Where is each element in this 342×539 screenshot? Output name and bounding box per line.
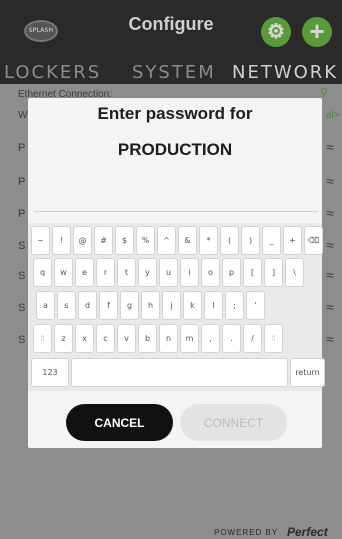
keyboard-key[interactable]: m <box>180 324 199 353</box>
brand-logo: Perfect <box>287 525 328 539</box>
keyboard-key[interactable]: g <box>120 291 139 320</box>
keyboard-key[interactable]: ) <box>241 226 260 255</box>
space-key[interactable] <box>71 358 288 387</box>
keyboard-row: a s d f g h j k l; ' <box>36 291 265 320</box>
keyboard-key[interactable]: ~ <box>31 226 50 255</box>
keyboard-key[interactable]: ! <box>52 226 71 255</box>
keyboard-key[interactable]: d <box>78 291 97 320</box>
keyboard-key[interactable]: p <box>222 258 241 287</box>
keyboard-key[interactable]: t <box>117 258 136 287</box>
keyboard-key[interactable]: n <box>159 324 178 353</box>
keyboard-key[interactable]: s <box>57 291 76 320</box>
connect-button[interactable]: CONNECT <box>180 404 287 441</box>
ethernet-icon: ⚲ <box>320 87 329 99</box>
keyboard-key[interactable]: . <box>222 324 241 353</box>
tab-lockers[interactable]: LOCKERS <box>4 62 101 83</box>
keyboard-key[interactable]: f <box>99 291 118 320</box>
network-row-label[interactable]: P <box>18 208 25 220</box>
keyboard-key[interactable]: j <box>162 291 181 320</box>
keyboard-key[interactable]: c <box>96 324 115 353</box>
keyboard-key[interactable]: u <box>159 258 178 287</box>
keyboard-key[interactable]: ' <box>246 291 265 320</box>
keyboard-key[interactable]: ; <box>225 291 244 320</box>
keyboard-key[interactable]: @ <box>73 226 92 255</box>
keyboard-row: ~! @ # $% ^ & *() _ + ⌫ <box>31 226 323 255</box>
keyboard-key[interactable]: [ <box>243 258 262 287</box>
keyboard-key[interactable]: a <box>36 291 55 320</box>
network-row-label[interactable]: S <box>18 240 25 252</box>
keyboard-key[interactable]: ⌫ <box>304 226 323 255</box>
keyboard-key[interactable]: x <box>75 324 94 353</box>
keyboard-key[interactable]: ^ <box>157 226 176 255</box>
onscreen-keyboard: ~! @ # $% ^ & *() _ + ⌫ q w e r t y u i o p[] \ a s d f g h j k l; '… <box>28 223 325 391</box>
network-name: PRODUCTION <box>117 140 233 159</box>
add-button[interactable]: + <box>302 17 332 47</box>
settings-button[interactable]: ⚙ <box>261 17 291 47</box>
keyboard-key[interactable]: # <box>94 226 113 255</box>
keyboard-key[interactable]: w <box>54 258 73 287</box>
keyboard-key[interactable]: $ <box>115 226 134 255</box>
wifi-icon: ≈ <box>326 173 334 189</box>
network-row-label[interactable]: P <box>18 176 25 188</box>
network-row-label[interactable]: S <box>18 302 25 314</box>
keyboard-key[interactable]: k <box>183 291 202 320</box>
keyboard-key[interactable]: , <box>201 324 220 353</box>
tab-system[interactable]: SYSTEM <box>132 62 216 83</box>
ethernet-link[interactable]: al> <box>326 110 340 121</box>
keyboard-key[interactable]: ( <box>220 226 239 255</box>
keyboard-key[interactable]: % <box>136 226 155 255</box>
keyboard-key[interactable]: z <box>54 324 73 353</box>
wifi-icon: ≈ <box>326 267 334 283</box>
password-dialog: Enter password for PRODUCTION ~! @ # $% ^ & *(… <box>28 98 325 448</box>
keyboard-key[interactable]: i <box>180 258 199 287</box>
dialog-prompt: Enter password for <box>97 104 253 123</box>
keyboard-key[interactable]: l <box>204 291 223 320</box>
keyboard-key[interactable]: / <box>243 324 262 353</box>
header-bar: SPLASH Configure ⚙ + <box>0 0 342 58</box>
keyboard-key[interactable]: h <box>141 291 160 320</box>
gear-icon: ⚙ <box>267 21 285 43</box>
keyboard-key[interactable]: b <box>138 324 157 353</box>
powered-by-label: POWERED BY <box>214 528 279 537</box>
keyboard-key[interactable]: r <box>96 258 115 287</box>
configure-screen: SPLASH Configure ⚙ + LOCKERS SYSTEM NETW… <box>0 0 342 539</box>
keyboard-key[interactable]: _ <box>262 226 281 255</box>
mode-key[interactable]: 123 <box>31 358 69 387</box>
tab-bar: LOCKERS SYSTEM NETWORK <box>0 58 342 84</box>
password-input[interactable] <box>34 174 318 212</box>
keyboard-key[interactable]: y <box>138 258 157 287</box>
keyboard-key[interactable]: o <box>201 258 220 287</box>
keyboard-key[interactable]: ⇧ <box>264 324 283 353</box>
plus-icon: + <box>309 16 325 46</box>
wifi-icon: ≈ <box>326 299 334 315</box>
tab-network[interactable]: NETWORK <box>232 62 338 83</box>
keyboard-key[interactable]: \ <box>285 258 304 287</box>
keyboard-key[interactable]: * <box>199 226 218 255</box>
return-key[interactable]: return <box>290 358 325 387</box>
keyboard-row: 123 return <box>31 358 325 387</box>
ethernet-sub: W <box>18 110 28 121</box>
wifi-icon: ≈ <box>326 205 334 221</box>
keyboard-key[interactable]: + <box>283 226 302 255</box>
keyboard-row: q w e r t y u i o p[] \ <box>33 258 304 287</box>
keyboard-key[interactable]: q <box>33 258 52 287</box>
keyboard-key[interactable]: ] <box>264 258 283 287</box>
cancel-button[interactable]: CANCEL <box>66 404 173 441</box>
keyboard-row: ⇧ z x c v b n m,. / ⇧ <box>33 324 283 353</box>
network-row-label[interactable]: P <box>18 142 25 154</box>
network-row-label[interactable]: S <box>18 334 25 346</box>
wifi-icon: ≈ <box>326 331 334 347</box>
keyboard-key[interactable]: e <box>75 258 94 287</box>
keyboard-key[interactable]: ⇧ <box>33 324 52 353</box>
keyboard-key[interactable]: & <box>178 226 197 255</box>
keyboard-key[interactable]: v <box>117 324 136 353</box>
wifi-icon: ≈ <box>326 139 334 155</box>
wifi-icon: ≈ <box>326 237 334 253</box>
network-row-label[interactable]: S <box>18 270 25 282</box>
